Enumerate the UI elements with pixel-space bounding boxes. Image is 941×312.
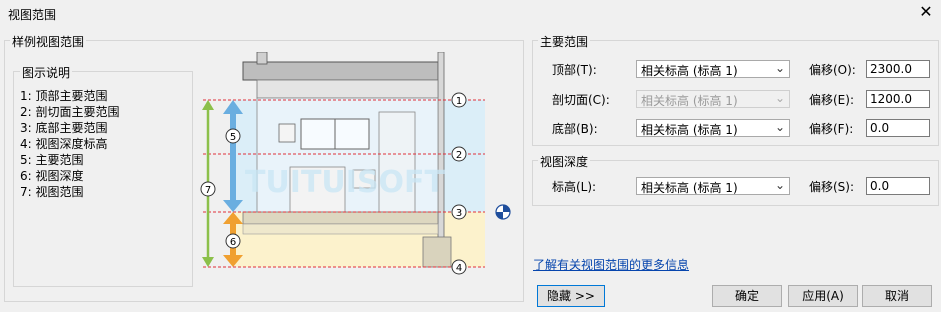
ok-button[interactable]: 确定 bbox=[712, 285, 782, 307]
sample-view-range-label: 样例视图范围 bbox=[10, 33, 87, 50]
primary-range-label: 主要范围 bbox=[538, 33, 591, 50]
roof-slab bbox=[242, 61, 439, 81]
svg-text:5: 5 bbox=[230, 132, 236, 143]
legend-list: 1: 顶部主要范围 2: 剖切面主要范围 3: 底部主要范围 4: 视图深度标高… bbox=[20, 88, 120, 200]
svg-text:4: 4 bbox=[456, 263, 462, 274]
view-depth-offset-label: 偏移(S): bbox=[809, 180, 855, 194]
watermark: TUITUISOFT bbox=[245, 165, 446, 200]
chevron-down-icon: ⌄ bbox=[774, 91, 785, 105]
level-marker-icon bbox=[495, 204, 511, 220]
cut-plane-offset-input[interactable]: 1200.0 bbox=[866, 90, 930, 108]
view-depth-label: 视图深度 bbox=[538, 153, 591, 170]
view-depth-offset-input[interactable]: 0.0 bbox=[866, 177, 930, 195]
more-info-link[interactable]: 了解有关视图范围的更多信息 bbox=[533, 256, 689, 273]
hide-button[interactable]: 隐藏 >> bbox=[537, 285, 605, 307]
view-depth-level-select[interactable]: 相关标高 (标高 1) ⌄ bbox=[636, 177, 790, 195]
callout-6: 6 bbox=[225, 233, 241, 249]
top-offset-input[interactable]: 2300.0 bbox=[866, 60, 930, 78]
legend-item: 7: 视图范围 bbox=[20, 185, 84, 199]
legend-item: 5: 主要范围 bbox=[20, 153, 84, 167]
bottom-label: 底部(B): bbox=[552, 122, 598, 136]
floor-slab bbox=[242, 211, 439, 225]
legend-title: 图示说明 bbox=[20, 64, 73, 81]
bottom-level-select[interactable]: 相关标高 (标高 1) ⌄ bbox=[636, 119, 790, 137]
top-level-value: 相关标高 (标高 1) bbox=[641, 64, 738, 78]
bottom-offset-label: 偏移(F): bbox=[809, 122, 854, 136]
chevron-down-icon: ⌄ bbox=[774, 178, 785, 192]
bottom-level-value: 相关标高 (标高 1) bbox=[641, 123, 738, 137]
legend-item: 1: 顶部主要范围 bbox=[20, 89, 108, 103]
cut-plane-level-value: 相关标高 (标高 1) bbox=[641, 94, 738, 108]
callout-3: 3 bbox=[451, 204, 467, 220]
svg-text:3: 3 bbox=[456, 208, 462, 219]
cancel-button[interactable]: 取消 bbox=[862, 285, 932, 307]
svg-text:1: 1 bbox=[456, 96, 462, 107]
chevron-down-icon: ⌄ bbox=[774, 120, 785, 134]
legend-item: 2: 剖切面主要范围 bbox=[20, 105, 120, 119]
callout-2: 2 bbox=[451, 146, 467, 162]
dialog-title: 视图范围 bbox=[8, 8, 57, 22]
view-range-diagram: TUITUISOFT 7 5 6 1 2 3 4 bbox=[200, 52, 511, 275]
cut-plane-label: 剖切面(C): bbox=[552, 93, 610, 107]
view-depth-level-label: 标高(L): bbox=[552, 180, 597, 194]
top-label: 顶部(T): bbox=[552, 63, 597, 77]
legend-item: 4: 视图深度标高 bbox=[20, 137, 108, 151]
legend-item: 3: 底部主要范围 bbox=[20, 121, 108, 135]
legend-item: 6: 视图深度 bbox=[20, 169, 84, 183]
callout-4: 4 bbox=[451, 259, 467, 275]
callout-7: 7 bbox=[200, 181, 216, 197]
close-icon[interactable]: ✕ bbox=[918, 4, 934, 20]
callout-1: 1 bbox=[451, 92, 467, 108]
top-level-select[interactable]: 相关标高 (标高 1) ⌄ bbox=[636, 60, 790, 78]
apply-button[interactable]: 应用(A) bbox=[788, 285, 858, 307]
cut-plane-level-select: 相关标高 (标高 1) ⌄ bbox=[636, 90, 790, 108]
svg-text:6: 6 bbox=[230, 237, 236, 248]
svg-text:2: 2 bbox=[456, 150, 462, 161]
chevron-down-icon: ⌄ bbox=[774, 61, 785, 75]
top-offset-label: 偏移(O): bbox=[809, 63, 856, 77]
view-depth-level-value: 相关标高 (标高 1) bbox=[641, 181, 738, 195]
callout-5: 5 bbox=[225, 128, 241, 144]
bottom-offset-input[interactable]: 0.0 bbox=[866, 119, 930, 137]
cut-plane-offset-label: 偏移(E): bbox=[809, 93, 854, 107]
svg-text:7: 7 bbox=[205, 185, 211, 196]
